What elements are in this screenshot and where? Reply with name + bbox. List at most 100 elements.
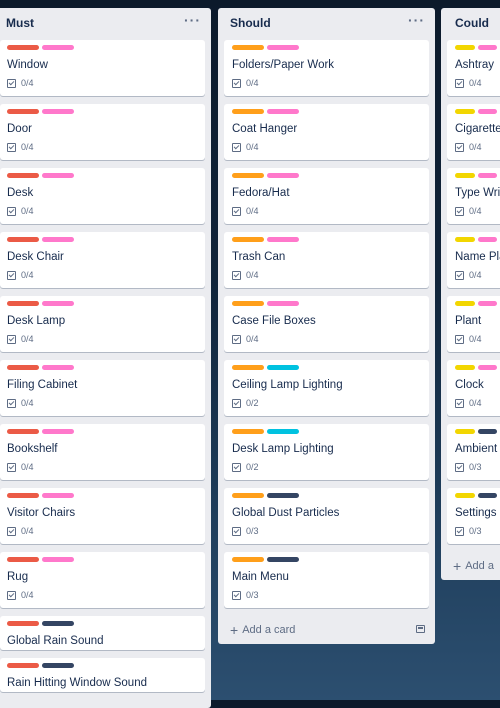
label-pink[interactable] — [42, 173, 74, 178]
label-orange[interactable] — [232, 557, 264, 562]
label-pink[interactable] — [477, 237, 497, 242]
label-navy[interactable] — [267, 493, 299, 498]
card[interactable]: Rain Hitting Window Sound — [0, 658, 205, 692]
label-navy[interactable] — [477, 429, 497, 434]
label-pink[interactable] — [42, 557, 74, 562]
label-pink[interactable] — [267, 45, 299, 50]
label-red[interactable] — [7, 365, 39, 370]
card[interactable]: Desk 0/4 — [0, 168, 205, 224]
label-orange[interactable] — [232, 365, 264, 370]
label-pink[interactable] — [477, 45, 497, 50]
list-title[interactable]: Could — [455, 16, 489, 30]
card[interactable]: Fedora/Hat 0/4 — [224, 168, 429, 224]
list-header[interactable]: Should ··· — [218, 8, 435, 36]
label-yellow[interactable] — [455, 237, 475, 242]
add-card-button[interactable]: + Add a — [441, 552, 500, 580]
label-yellow[interactable] — [455, 173, 475, 178]
label-pink[interactable] — [42, 429, 74, 434]
card[interactable]: Cigarette 0/4 — [447, 104, 500, 160]
card[interactable]: Filing Cabinet 0/4 — [0, 360, 205, 416]
label-yellow[interactable] — [455, 109, 475, 114]
label-red[interactable] — [7, 429, 39, 434]
label-red[interactable] — [7, 173, 39, 178]
label-pink[interactable] — [477, 173, 497, 178]
card[interactable]: Window 0/4 — [0, 40, 205, 96]
label-pink[interactable] — [267, 301, 299, 306]
checklist-icon — [455, 270, 464, 280]
card[interactable]: Coat Hanger 0/4 — [224, 104, 429, 160]
list-title[interactable]: Should — [230, 16, 271, 30]
label-red[interactable] — [7, 301, 39, 306]
list-header[interactable]: Must ··· — [0, 8, 211, 36]
label-navy[interactable] — [42, 663, 74, 668]
card[interactable]: Main Menu 0/3 — [224, 552, 429, 608]
label-orange[interactable] — [232, 109, 264, 114]
label-orange[interactable] — [232, 301, 264, 306]
label-red[interactable] — [7, 45, 39, 50]
card[interactable]: Case File Boxes 0/4 — [224, 296, 429, 352]
label-navy[interactable] — [42, 621, 74, 626]
list-menu-icon[interactable]: ··· — [408, 12, 425, 28]
label-red[interactable] — [7, 663, 39, 668]
card-template-icon[interactable] — [416, 625, 425, 633]
label-yellow[interactable] — [455, 301, 475, 306]
label-teal[interactable] — [267, 429, 299, 434]
label-yellow[interactable] — [455, 365, 475, 370]
label-red[interactable] — [7, 621, 39, 626]
label-teal[interactable] — [267, 365, 299, 370]
card[interactable]: Clock 0/4 — [447, 360, 500, 416]
label-pink[interactable] — [42, 45, 74, 50]
add-card-button[interactable]: + Add a card — [218, 616, 435, 644]
label-pink[interactable] — [477, 365, 497, 370]
card[interactable]: Global Rain Sound — [0, 616, 205, 650]
label-red[interactable] — [7, 237, 39, 242]
label-pink[interactable] — [42, 365, 74, 370]
label-pink[interactable] — [267, 237, 299, 242]
list-title[interactable]: Must — [6, 16, 34, 30]
label-pink[interactable] — [42, 237, 74, 242]
label-pink[interactable] — [42, 301, 74, 306]
card[interactable]: Bookshelf 0/4 — [0, 424, 205, 480]
card[interactable]: Rug 0/4 — [0, 552, 205, 608]
label-yellow[interactable] — [455, 45, 475, 50]
label-orange[interactable] — [232, 429, 264, 434]
card-title: Window — [7, 59, 48, 71]
card[interactable]: Desk Lamp Lighting 0/2 — [224, 424, 429, 480]
card-labels — [455, 45, 497, 51]
label-orange[interactable] — [232, 493, 264, 498]
card-labels — [455, 429, 497, 435]
card[interactable]: Plant 0/4 — [447, 296, 500, 352]
label-navy[interactable] — [267, 557, 299, 562]
card[interactable]: Desk Chair 0/4 — [0, 232, 205, 288]
label-orange[interactable] — [232, 45, 264, 50]
label-pink[interactable] — [42, 109, 74, 114]
label-yellow[interactable] — [455, 429, 475, 434]
card[interactable]: Trash Can 0/4 — [224, 232, 429, 288]
checklist-icon — [7, 270, 16, 280]
label-pink[interactable] — [267, 109, 299, 114]
card[interactable]: Name Pla 0/4 — [447, 232, 500, 288]
label-pink[interactable] — [267, 173, 299, 178]
card[interactable]: Ambient 0/3 — [447, 424, 500, 480]
label-navy[interactable] — [477, 493, 497, 498]
card[interactable]: Desk Lamp 0/4 — [0, 296, 205, 352]
label-yellow[interactable] — [455, 493, 475, 498]
card[interactable]: Folders/Paper Work 0/4 — [224, 40, 429, 96]
card[interactable]: Visitor Chairs 0/4 — [0, 488, 205, 544]
label-red[interactable] — [7, 493, 39, 498]
label-pink[interactable] — [42, 493, 74, 498]
list-menu-icon[interactable]: ··· — [184, 12, 201, 28]
label-pink[interactable] — [477, 301, 497, 306]
label-pink[interactable] — [477, 109, 497, 114]
card[interactable]: Settings 0/3 — [447, 488, 500, 544]
label-orange[interactable] — [232, 173, 264, 178]
card[interactable]: Type Writ 0/4 — [447, 168, 500, 224]
list-header[interactable]: Could — [441, 8, 500, 36]
card[interactable]: Door 0/4 — [0, 104, 205, 160]
label-orange[interactable] — [232, 237, 264, 242]
label-red[interactable] — [7, 557, 39, 562]
label-red[interactable] — [7, 109, 39, 114]
card[interactable]: Ceiling Lamp Lighting 0/2 — [224, 360, 429, 416]
card[interactable]: Ashtray 0/4 — [447, 40, 500, 96]
card[interactable]: Global Dust Particles 0/3 — [224, 488, 429, 544]
